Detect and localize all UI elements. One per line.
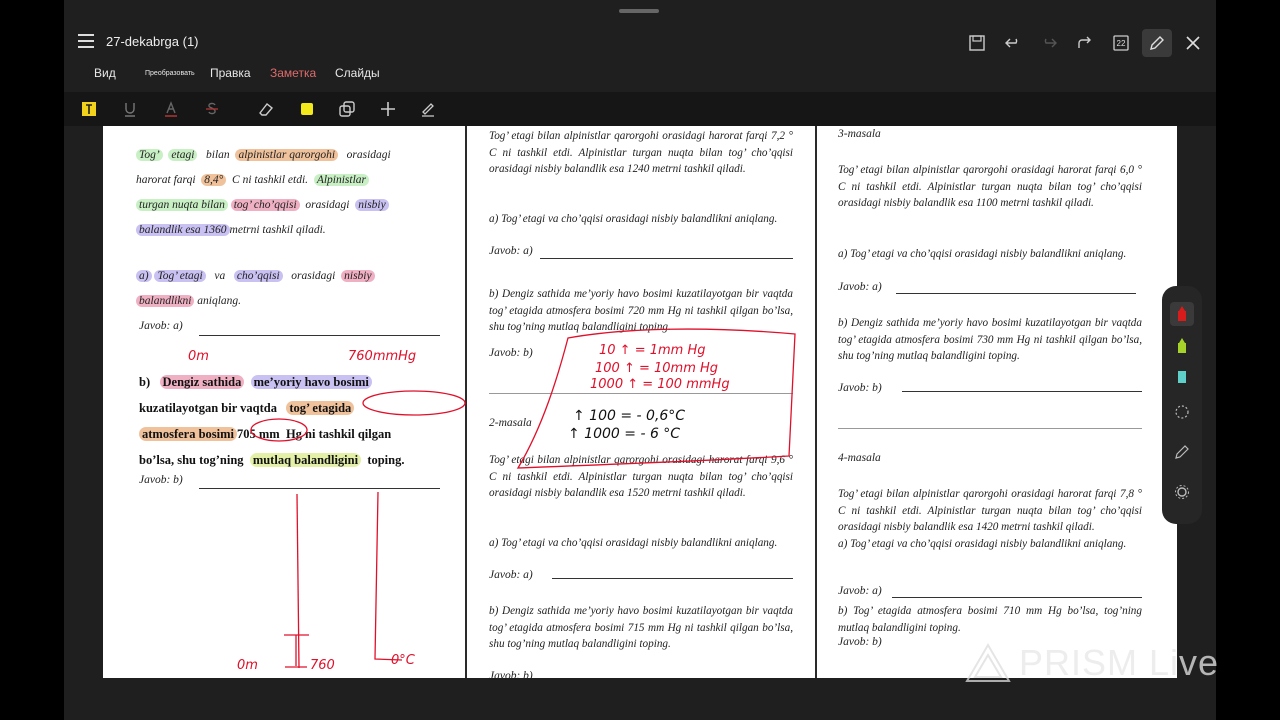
pen-mode-button[interactable] [1142,29,1172,57]
underline-button[interactable] [119,98,141,120]
ink-text: 760mmHg [348,349,416,364]
ink-stroke [284,634,309,668]
lasso-icon [1175,405,1189,419]
ink-text: 100 ↑ = 10mm Hg [595,361,718,376]
underline-icon [125,103,135,117]
pen-settings-tool[interactable] [1170,440,1194,464]
undo-button[interactable] [998,29,1028,57]
settings-tool[interactable] [1170,480,1194,504]
close-button[interactable] [1178,29,1208,57]
app-window: 27-dekabrga (1) 22 Вид Преобразовать Пра… [64,0,1216,720]
watermark: PRISM Live [965,642,1219,684]
tab-edit[interactable]: Правка [210,66,251,80]
page-count-button[interactable]: 22 [1106,29,1136,57]
hamburger-menu-icon[interactable] [78,34,94,48]
ink-circle [362,390,466,416]
ink-text: 10 ↑ = 1mm Hg [599,343,705,358]
pencil-icon [1175,445,1189,459]
highlight-text-button[interactable] [78,98,100,120]
red-pen-tool[interactable] [1170,302,1194,326]
pen-toolbox-panel [1162,286,1202,524]
title-bar: 27-dekabrga (1) 22 [64,26,1216,60]
redo-icon [1044,38,1057,48]
share-button[interactable] [1070,29,1100,57]
eraser-icon [259,103,274,116]
signature-pen-icon [422,103,434,117]
shape-button[interactable] [336,98,358,120]
tab-convert[interactable]: Преобразовать [145,70,195,77]
ink-text: 760 [310,658,335,673]
strikethrough-icon [206,102,218,115]
tab-note[interactable]: Заметка [270,66,316,80]
ink-text: 0m [188,349,209,364]
ink-text: 1000 ↑ = 100 mmHg [590,377,730,392]
highlighter-button[interactable] [296,98,318,120]
document-title: 27-dekabrga (1) [106,34,199,49]
document-canvas[interactable]: Tog’ etagi bilan alpinistlar qarorgohi o… [103,126,1177,678]
ink-circle [250,418,308,442]
insert-button[interactable] [377,98,399,120]
lasso-tool[interactable] [1170,400,1194,424]
drag-handle[interactable] [619,9,659,13]
eraser-button[interactable] [255,98,277,120]
strikethrough-button[interactable] [201,98,223,120]
ink-text: 0°C [391,653,416,668]
plus-icon [381,102,395,116]
undo-icon [1005,38,1018,48]
text-color-button[interactable] [160,98,182,120]
text-highlight-icon [82,102,96,116]
handwriting-ink-layer: 0m 760mmHg 10 ↑ = 1mm Hg 100 ↑ = 10mm Hg… [188,328,796,673]
save-button[interactable] [962,29,992,57]
ink-text: 0m [237,658,258,673]
font-color-icon [165,101,177,117]
pen-icon [1150,36,1164,50]
ink-text: ↑ 1000 = - 6 °C [568,426,680,442]
close-icon [1186,36,1200,50]
highlighter-icon [301,103,313,115]
tab-slides[interactable]: Слайды [335,66,380,80]
sign-button[interactable] [417,98,439,120]
cyan-marker-icon [1178,371,1186,383]
gear-icon [1175,485,1189,499]
ribbon-tabs: Вид Преобразовать Правка Заметка Слайды [64,62,1216,86]
share-icon [1078,36,1091,48]
ink-text: ↑ 100 = - 0,6°C [573,408,685,424]
redo-button[interactable] [1034,29,1064,57]
watermark-text: PRISM Live [1019,642,1220,683]
save-icon [969,35,985,51]
green-highlighter-tool[interactable] [1170,334,1194,358]
green-marker-icon [1178,338,1186,353]
ink-stroke [296,493,300,669]
page-count: 22 [1116,38,1126,48]
red-marker-icon [1178,306,1186,321]
prism-logo-icon [965,643,1011,682]
shapes-icon [339,101,355,117]
cyan-highlighter-tool[interactable] [1170,364,1194,388]
tool-ribbon [64,92,1216,126]
ink-stroke [374,491,403,661]
tab-view[interactable]: Вид [94,66,116,80]
